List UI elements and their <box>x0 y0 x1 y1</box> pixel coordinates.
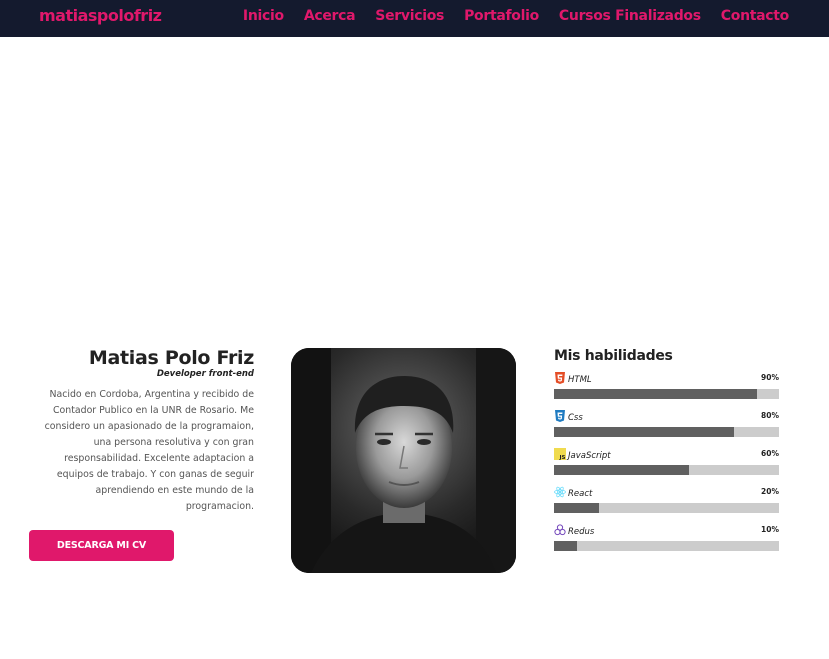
redux-icon <box>554 524 566 536</box>
skill-bar <box>554 427 779 437</box>
skill-percent: 10% <box>761 525 779 534</box>
skill-css: Css 80% <box>554 410 779 448</box>
nav-links: Inicio Acerca Servicios Portafolio Curso… <box>243 8 789 24</box>
skill-fill <box>554 503 599 513</box>
html5-icon <box>555 372 565 384</box>
skill-name: JavaScript <box>568 451 611 461</box>
profile-photo <box>291 348 516 573</box>
nav-link-portafolio[interactable]: Portafolio <box>464 8 539 24</box>
skill-redux: Redus 10% <box>554 524 779 562</box>
profile-bio: Nacido en Cordoba, Argentina y recibido … <box>44 389 254 512</box>
download-cv-button[interactable]: DESCARGA MI CV <box>29 530 174 561</box>
profile-photo-image <box>291 348 516 573</box>
skill-percent: 80% <box>761 411 779 420</box>
brand-logo[interactable]: matiaspolofriz <box>39 6 162 25</box>
skill-percent: 60% <box>761 449 779 458</box>
javascript-icon: JS <box>554 448 566 460</box>
skill-fill <box>554 427 734 437</box>
nav-link-cursos[interactable]: Cursos Finalizados <box>559 8 701 24</box>
skill-bar <box>554 503 779 513</box>
about-section: Matias Polo Friz Developer front-end Nac… <box>28 345 255 515</box>
nav-link-contacto[interactable]: Contacto <box>721 8 790 24</box>
skill-percent: 90% <box>761 373 779 382</box>
skill-bar <box>554 389 779 399</box>
skill-name: React <box>568 489 593 499</box>
skill-percent: 20% <box>761 487 779 496</box>
skill-html: HTML 90% <box>554 372 779 410</box>
skills-section: Mis habilidades HTML 90% Css 80% JS Java… <box>554 348 779 562</box>
profile-role: Developer front-end <box>156 369 254 379</box>
skill-javascript: JS JavaScript 60% <box>554 448 779 486</box>
skill-fill <box>554 389 757 399</box>
skill-bar <box>554 541 779 551</box>
svg-text:JS: JS <box>559 455 566 460</box>
skills-title: Mis habilidades <box>554 348 673 364</box>
skill-fill <box>554 465 689 475</box>
nav-link-inicio[interactable]: Inicio <box>243 8 284 24</box>
react-icon <box>554 486 566 498</box>
skill-bar <box>554 465 779 475</box>
skill-fill <box>554 541 577 551</box>
nav-link-acerca[interactable]: Acerca <box>304 8 356 24</box>
navbar: matiaspolofriz Inicio Acerca Servicios P… <box>0 0 829 37</box>
profile-name: Matias Polo Friz <box>88 347 254 369</box>
skill-name: Css <box>568 413 583 423</box>
css3-icon <box>555 410 565 422</box>
skill-react: React 20% <box>554 486 779 524</box>
skill-name: HTML <box>568 375 592 385</box>
skill-name: Redus <box>568 527 595 537</box>
nav-link-servicios[interactable]: Servicios <box>375 8 444 24</box>
